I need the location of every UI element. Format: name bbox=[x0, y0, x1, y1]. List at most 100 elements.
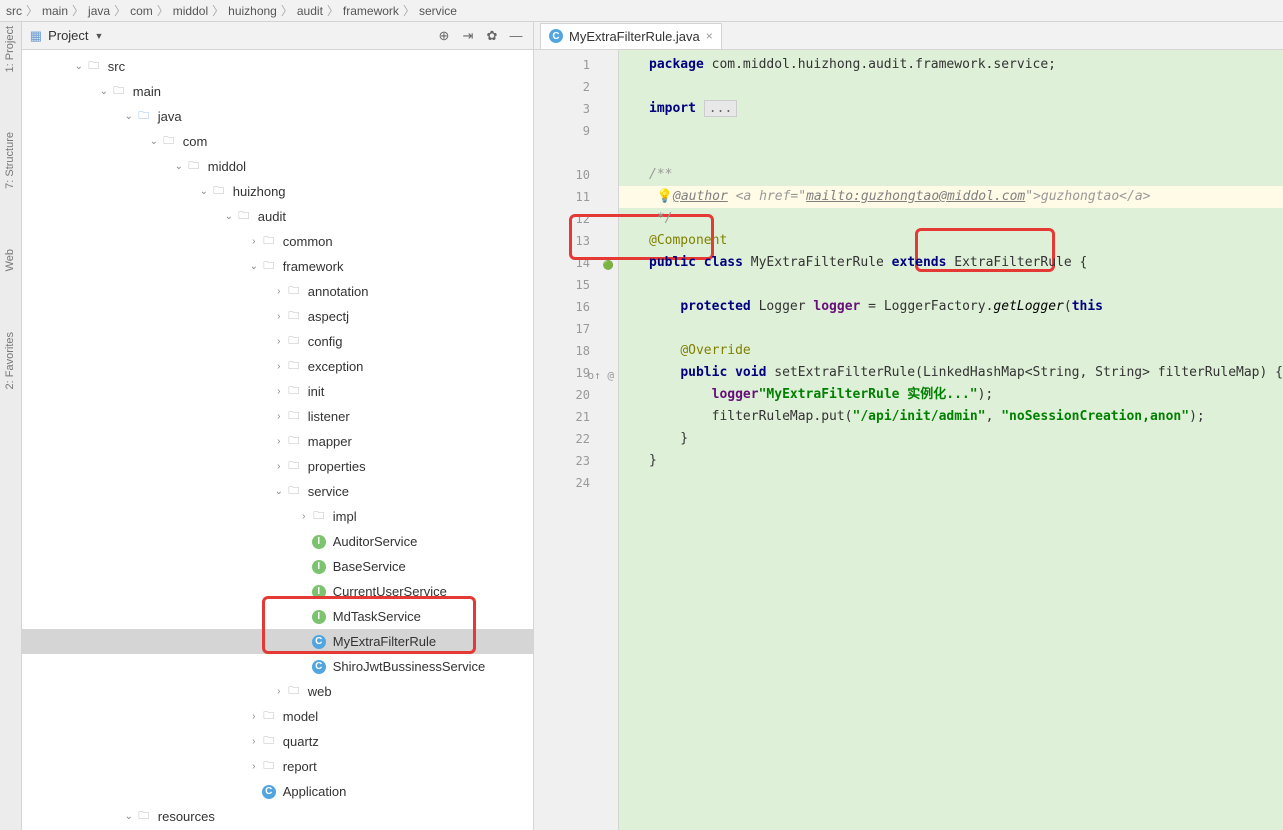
chevron-icon[interactable]: ⌄ bbox=[122, 811, 136, 822]
breadcrumb-item[interactable]: main bbox=[42, 4, 68, 18]
tree-label: MdTaskService bbox=[333, 609, 421, 624]
chevron-icon[interactable]: ⌄ bbox=[197, 186, 211, 197]
folder-icon: 🗀 bbox=[211, 184, 227, 200]
tree-item-config[interactable]: ›🗀config bbox=[22, 329, 533, 354]
line-number: 22 bbox=[534, 428, 618, 450]
tree-item-mdtaskservice[interactable]: ·IMdTaskService bbox=[22, 604, 533, 629]
interface-icon: I bbox=[311, 584, 327, 600]
tree-item-init[interactable]: ›🗀init bbox=[22, 379, 533, 404]
close-icon[interactable]: × bbox=[706, 29, 713, 43]
chevron-icon[interactable]: › bbox=[247, 236, 261, 247]
breadcrumb-item[interactable]: framework bbox=[343, 4, 399, 18]
folder-icon: 🗀 bbox=[286, 484, 302, 500]
tree-item-aspectj[interactable]: ›🗀aspectj bbox=[22, 304, 533, 329]
chevron-icon[interactable]: › bbox=[297, 511, 311, 522]
chevron-icon[interactable]: › bbox=[272, 336, 286, 347]
folder-icon: 🗀 bbox=[286, 409, 302, 425]
project-panel: ▦ Project ▼ ⊕ ⇥ ✿ — ⌄🗀src⌄🗀main⌄🗀java⌄🗀c… bbox=[22, 22, 534, 830]
tree-item-resources[interactable]: ⌄🗀resources bbox=[22, 804, 533, 829]
tree-item-exception[interactable]: ›🗀exception bbox=[22, 354, 533, 379]
tree-item-impl[interactable]: ›🗀impl bbox=[22, 504, 533, 529]
tree-label: main bbox=[133, 84, 161, 99]
tree-item-shirojwtbussinessservice[interactable]: ·CShiroJwtBussinessService bbox=[22, 654, 533, 679]
tree-item-framework[interactable]: ⌄🗀framework bbox=[22, 254, 533, 279]
chevron-icon[interactable]: › bbox=[272, 686, 286, 697]
tree-item-myextrafilterrule[interactable]: ·CMyExtraFilterRule bbox=[22, 629, 533, 654]
chevron-icon[interactable]: › bbox=[247, 711, 261, 722]
tree-item-com[interactable]: ⌄🗀com bbox=[22, 129, 533, 154]
tree-item-listener[interactable]: ›🗀listener bbox=[22, 404, 533, 429]
tree-item-java[interactable]: ⌄🗀java bbox=[22, 104, 533, 129]
chevron-icon[interactable]: › bbox=[247, 736, 261, 747]
left-tool-rail: 1: Project 7: Structure Web 2: Favorites bbox=[0, 22, 22, 830]
chevron-icon[interactable]: ⌄ bbox=[247, 261, 261, 272]
chevron-icon[interactable]: ⌄ bbox=[272, 486, 286, 497]
rail-web[interactable]: Web bbox=[4, 249, 16, 271]
tree-item-main[interactable]: ⌄🗀main bbox=[22, 79, 533, 104]
chevron-icon[interactable]: ⌄ bbox=[222, 211, 236, 222]
tree-label: model bbox=[283, 709, 318, 724]
gear-icon[interactable]: ✿ bbox=[483, 27, 501, 45]
line-number: 14🟢 bbox=[534, 252, 618, 274]
tree-label: audit bbox=[258, 209, 286, 224]
tree-item-annotation[interactable]: ›🗀annotation bbox=[22, 279, 533, 304]
breadcrumb-item[interactable]: audit bbox=[297, 4, 323, 18]
project-tree[interactable]: ⌄🗀src⌄🗀main⌄🗀java⌄🗀com⌄🗀middol⌄🗀huizhong… bbox=[22, 50, 533, 830]
editor[interactable]: 12391011121314🟢1516171819o↑ @2021222324 … bbox=[534, 50, 1283, 830]
tree-item-properties[interactable]: ›🗀properties bbox=[22, 454, 533, 479]
chevron-down-icon[interactable]: ▼ bbox=[95, 31, 104, 41]
tree-item-middol[interactable]: ⌄🗀middol bbox=[22, 154, 533, 179]
line-number: 15 bbox=[534, 274, 618, 296]
hide-icon[interactable]: — bbox=[507, 27, 525, 45]
tree-item-model[interactable]: ›🗀model bbox=[22, 704, 533, 729]
tree-item-web[interactable]: ›🗀web bbox=[22, 679, 533, 704]
chevron-icon[interactable]: › bbox=[272, 286, 286, 297]
tree-item-auditorservice[interactable]: ·IAuditorService bbox=[22, 529, 533, 554]
tree-item-huizhong[interactable]: ⌄🗀 huizhong bbox=[22, 179, 533, 204]
tree-item-application[interactable]: ·CApplication bbox=[22, 779, 533, 804]
tree-item-src[interactable]: ⌄🗀src bbox=[22, 54, 533, 79]
tree-item-currentuserservice[interactable]: ·ICurrentUserService bbox=[22, 579, 533, 604]
breadcrumb-item[interactable]: java bbox=[88, 4, 110, 18]
collapse-icon[interactable]: ⇥ bbox=[459, 27, 477, 45]
tree-item-mapper[interactable]: ›🗀mapper bbox=[22, 429, 533, 454]
tree-item-common[interactable]: ›🗀common bbox=[22, 229, 533, 254]
chevron-icon[interactable]: › bbox=[247, 761, 261, 772]
chevron-icon[interactable]: › bbox=[272, 436, 286, 447]
editor-tabs: C MyExtraFilterRule.java × bbox=[534, 22, 1283, 50]
target-icon[interactable]: ⊕ bbox=[435, 27, 453, 45]
chevron-icon[interactable]: › bbox=[272, 361, 286, 372]
chevron-icon[interactable]: › bbox=[272, 311, 286, 322]
app-window: src〉 main〉 java〉 com〉 middol〉 huizhong〉 … bbox=[0, 0, 1283, 830]
chevron-icon[interactable]: ⌄ bbox=[147, 136, 161, 147]
chevron-icon[interactable]: › bbox=[272, 386, 286, 397]
chevron-icon[interactable]: ⌄ bbox=[72, 61, 86, 72]
breadcrumb-item[interactable]: src bbox=[6, 4, 22, 18]
breadcrumb-item[interactable]: com bbox=[130, 4, 153, 18]
tree-label: huizhong bbox=[233, 184, 286, 199]
breadcrumb-item[interactable]: service bbox=[419, 4, 457, 18]
breadcrumb-item[interactable]: huizhong bbox=[228, 4, 277, 18]
tree-item-service[interactable]: ⌄🗀service bbox=[22, 479, 533, 504]
folder-icon: 🗀 bbox=[286, 359, 302, 375]
line-number: 11 bbox=[534, 186, 618, 208]
tree-label: Application bbox=[283, 784, 347, 799]
rail-favorites[interactable]: 2: Favorites bbox=[4, 332, 16, 389]
breadcrumb-item[interactable]: middol bbox=[173, 4, 208, 18]
chevron-icon[interactable]: ⌄ bbox=[122, 111, 136, 122]
tree-item-baseservice[interactable]: ·IBaseService bbox=[22, 554, 533, 579]
tree-label: mapper bbox=[308, 434, 352, 449]
tree-item-quartz[interactable]: ›🗀quartz bbox=[22, 729, 533, 754]
chevron-icon[interactable]: › bbox=[272, 461, 286, 472]
tree-item-audit[interactable]: ⌄🗀audit bbox=[22, 204, 533, 229]
rail-structure[interactable]: 7: Structure bbox=[4, 132, 16, 189]
chevron-icon[interactable]: ⌄ bbox=[172, 161, 186, 172]
folder-icon: 🗀 bbox=[286, 384, 302, 400]
chevron-icon[interactable]: › bbox=[272, 411, 286, 422]
chevron-icon[interactable]: ⌄ bbox=[97, 86, 111, 97]
line-number: 21 bbox=[534, 406, 618, 428]
tree-item-report[interactable]: ›🗀report bbox=[22, 754, 533, 779]
rail-project[interactable]: 1: Project bbox=[4, 26, 16, 72]
tab-myextrafilterrule[interactable]: C MyExtraFilterRule.java × bbox=[540, 23, 722, 49]
code-area[interactable]: package com.middol.huizhong.audit.framew… bbox=[619, 50, 1283, 830]
